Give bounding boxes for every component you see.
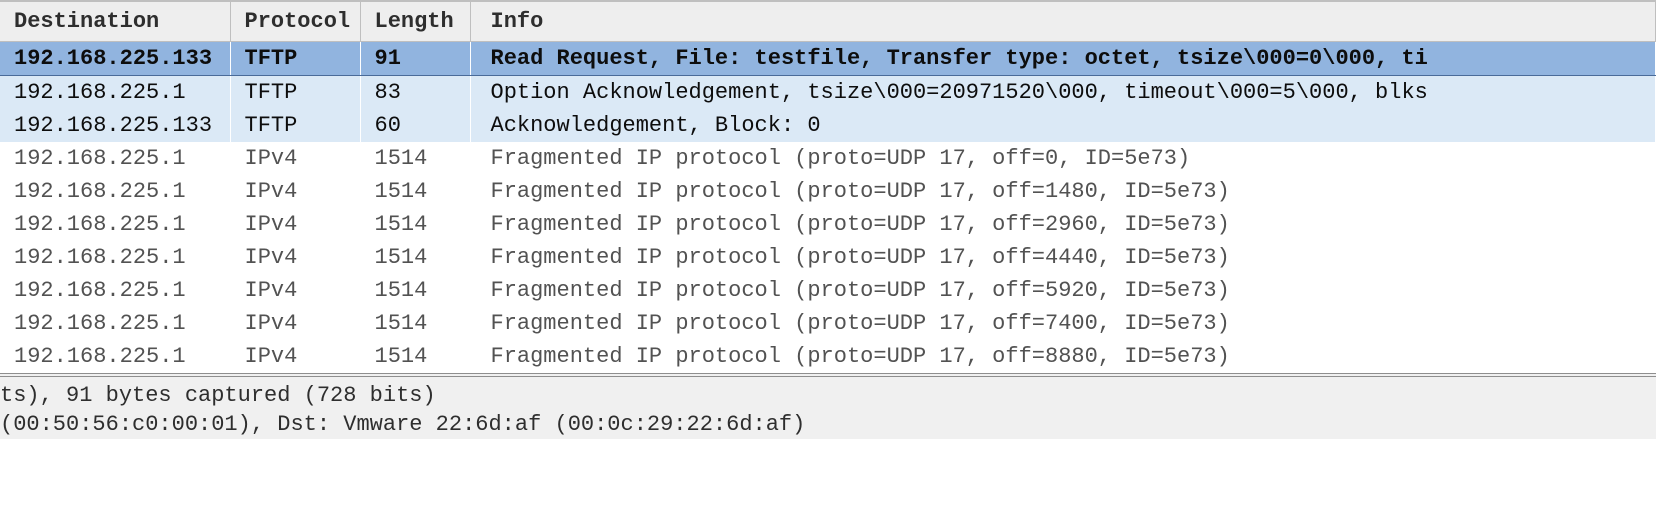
cell-destination: 192.168.225.1 [0, 142, 230, 175]
table-row[interactable]: 192.168.225.1IPv41514Fragmented IP proto… [0, 175, 1656, 208]
cell-info: Fragmented IP protocol (proto=UDP 17, of… [470, 307, 1656, 340]
table-row[interactable]: 192.168.225.1TFTP83Option Acknowledgemen… [0, 76, 1656, 110]
cell-protocol: TFTP [230, 109, 360, 142]
cell-info: Fragmented IP protocol (proto=UDP 17, of… [470, 340, 1656, 373]
cell-length: 1514 [360, 274, 470, 307]
cell-protocol: IPv4 [230, 142, 360, 175]
cell-info: Fragmented IP protocol (proto=UDP 17, of… [470, 175, 1656, 208]
cell-length: 1514 [360, 175, 470, 208]
table-row[interactable]: 192.168.225.1IPv41514Fragmented IP proto… [0, 241, 1656, 274]
cell-protocol: IPv4 [230, 340, 360, 373]
cell-protocol: IPv4 [230, 274, 360, 307]
cell-protocol: IPv4 [230, 175, 360, 208]
cell-length: 1514 [360, 241, 470, 274]
cell-destination: 192.168.225.1 [0, 208, 230, 241]
packet-details-pane[interactable]: ts), 91 bytes captured (728 bits) (00:50… [0, 373, 1656, 439]
cell-destination: 192.168.225.1 [0, 175, 230, 208]
table-row[interactable]: 192.168.225.133TFTP91Read Request, File:… [0, 42, 1656, 76]
cell-destination: 192.168.225.1 [0, 241, 230, 274]
cell-info: Fragmented IP protocol (proto=UDP 17, of… [470, 241, 1656, 274]
packet-list-header-row: Destination Protocol Length Info [0, 1, 1656, 42]
cell-destination: 192.168.225.1 [0, 307, 230, 340]
table-row[interactable]: 192.168.225.1IPv41514Fragmented IP proto… [0, 274, 1656, 307]
column-header-destination[interactable]: Destination [0, 1, 230, 42]
cell-length: 1514 [360, 307, 470, 340]
cell-destination: 192.168.225.1 [0, 76, 230, 110]
cell-length: 1514 [360, 142, 470, 175]
detail-frame-line[interactable]: ts), 91 bytes captured (728 bits) [0, 381, 1656, 410]
cell-length: 60 [360, 109, 470, 142]
table-row[interactable]: 192.168.225.1IPv41514Fragmented IP proto… [0, 340, 1656, 373]
cell-destination: 192.168.225.1 [0, 274, 230, 307]
cell-destination: 192.168.225.1 [0, 340, 230, 373]
cell-length: 91 [360, 42, 470, 76]
column-header-length[interactable]: Length [360, 1, 470, 42]
column-header-info[interactable]: Info [470, 1, 1656, 42]
cell-length: 1514 [360, 340, 470, 373]
cell-info: Acknowledgement, Block: 0 [470, 109, 1656, 142]
table-row[interactable]: 192.168.225.1IPv41514Fragmented IP proto… [0, 307, 1656, 340]
packet-list-body: 192.168.225.133TFTP91Read Request, File:… [0, 42, 1656, 374]
packet-list-table: Destination Protocol Length Info 192.168… [0, 0, 1656, 373]
cell-info: Fragmented IP protocol (proto=UDP 17, of… [470, 274, 1656, 307]
cell-length: 83 [360, 76, 470, 110]
cell-info: Option Acknowledgement, tsize\000=209715… [470, 76, 1656, 110]
table-row[interactable]: 192.168.225.1IPv41514Fragmented IP proto… [0, 208, 1656, 241]
cell-protocol: IPv4 [230, 307, 360, 340]
table-row[interactable]: 192.168.225.1IPv41514Fragmented IP proto… [0, 142, 1656, 175]
table-row[interactable]: 192.168.225.133TFTP60Acknowledgement, Bl… [0, 109, 1656, 142]
cell-protocol: IPv4 [230, 208, 360, 241]
cell-protocol: TFTP [230, 76, 360, 110]
cell-protocol: TFTP [230, 42, 360, 76]
cell-destination: 192.168.225.133 [0, 109, 230, 142]
cell-info: Fragmented IP protocol (proto=UDP 17, of… [470, 142, 1656, 175]
column-header-protocol[interactable]: Protocol [230, 1, 360, 42]
cell-info: Fragmented IP protocol (proto=UDP 17, of… [470, 208, 1656, 241]
cell-length: 1514 [360, 208, 470, 241]
cell-destination: 192.168.225.133 [0, 42, 230, 76]
cell-info: Read Request, File: testfile, Transfer t… [470, 42, 1656, 76]
cell-protocol: IPv4 [230, 241, 360, 274]
detail-ethernet-line[interactable]: (00:50:56:c0:00:01), Dst: Vmware 22:6d:a… [0, 410, 1656, 439]
